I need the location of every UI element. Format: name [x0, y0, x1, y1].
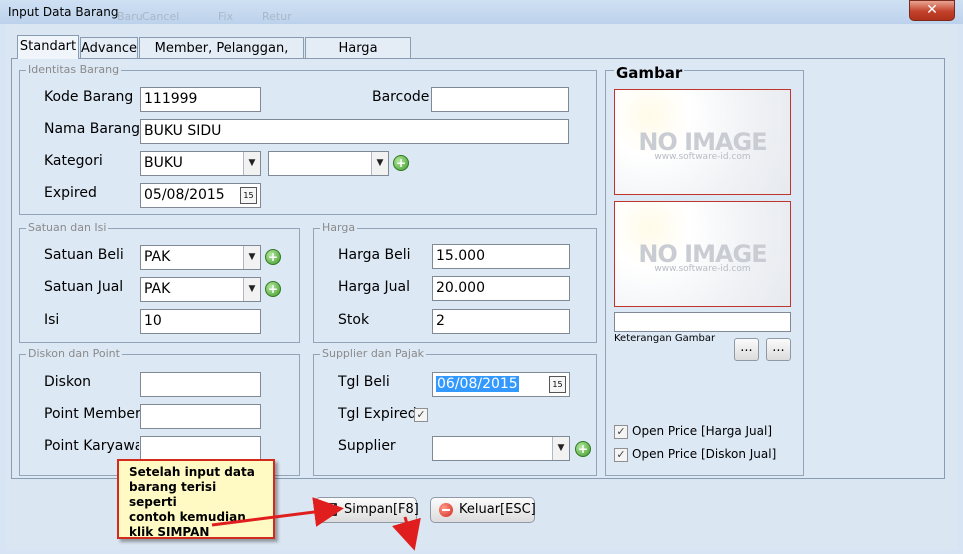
- diskon-input[interactable]: [140, 372, 261, 397]
- expired-label: Expired: [44, 185, 97, 201]
- tgl-beli-date-input[interactable]: 06/08/2015 15: [432, 372, 570, 397]
- tgl-beli-label: Tgl Beli: [338, 374, 390, 390]
- ghost-toolbar-item: Retur: [262, 10, 292, 23]
- harga-jual-label: Harga Jual: [338, 279, 411, 295]
- instruction-callout: Setelah input data barang terisi seperti…: [117, 459, 275, 539]
- open-price-diskon-jual-checkbox[interactable]: ✓: [614, 448, 628, 462]
- tab-advance[interactable]: Advance: [80, 37, 138, 59]
- harga-group-label: Harga: [320, 221, 358, 234]
- tgl-expired-label: Tgl Expired: [338, 406, 417, 422]
- tgl-expired-checkbox[interactable]: ✓: [414, 408, 428, 422]
- harga-beli-input[interactable]: 15.000: [432, 244, 570, 269]
- ghost-toolbar-item: Fix: [218, 10, 234, 23]
- supplier-select[interactable]: ▼: [432, 436, 570, 461]
- floppy-disk-icon: [324, 503, 337, 516]
- browse-image-2-button[interactable]: ...: [766, 338, 791, 361]
- nama-barang-label: Nama Barang: [44, 121, 140, 137]
- kategori-select[interactable]: BUKU ▼: [140, 151, 261, 176]
- barcode-label: Barcode: [372, 89, 430, 105]
- supplier-label: Supplier: [338, 438, 396, 454]
- tab-member-pelanggan-sales[interactable]: Member, Pelanggan, Sales: [139, 37, 304, 77]
- calendar-icon[interactable]: 15: [240, 187, 257, 204]
- expired-date-input[interactable]: 05/08/2015 15: [140, 183, 261, 208]
- expired-date-value: 05/08/2015: [144, 187, 225, 203]
- window-title: Input Data Barang: [8, 5, 119, 19]
- add-satuan-jual-plus-icon[interactable]: +: [265, 281, 281, 297]
- stok-label: Stok: [338, 312, 370, 328]
- add-satuan-beli-plus-icon[interactable]: +: [265, 249, 281, 265]
- calendar-icon[interactable]: 15: [549, 376, 566, 393]
- open-price-harga-jual-checkbox[interactable]: ✓: [614, 425, 628, 439]
- chevron-down-icon[interactable]: ▼: [243, 246, 260, 269]
- diskon-group-label: Diskon dan Point: [26, 347, 122, 360]
- ghost-toolbar-item: Cancel: [142, 10, 180, 23]
- subkategori-select[interactable]: ▼: [268, 151, 389, 176]
- isi-input[interactable]: 10: [140, 309, 261, 334]
- stop-icon: [439, 503, 453, 517]
- open-price-diskon-jual-label: Open Price [Diskon Jual]: [632, 447, 777, 461]
- satuan-jual-label: Satuan Jual: [44, 279, 124, 295]
- point-karyawan-label: Point Karyawan: [44, 438, 139, 454]
- chevron-down-icon[interactable]: ▼: [243, 152, 260, 175]
- stok-input[interactable]: 2: [432, 309, 570, 334]
- tab-harga-bertingkat[interactable]: Harga Bertingkat: [305, 37, 411, 77]
- title-bar: Input Data Barang Baru Cancel Fix Retur …: [0, 0, 963, 24]
- supplier-group-label: Supplier dan Pajak: [320, 347, 427, 360]
- point-member-input[interactable]: [140, 404, 261, 429]
- no-image-watermark: www.software-id.com: [654, 152, 751, 162]
- harga-beli-label: Harga Beli: [338, 247, 411, 263]
- close-icon: ✕: [926, 2, 938, 18]
- chevron-down-icon[interactable]: ▼: [371, 152, 388, 175]
- add-kategori-plus-icon[interactable]: +: [393, 155, 409, 171]
- kode-barang-label: Kode Barang: [44, 89, 134, 105]
- harga-jual-input[interactable]: 20.000: [432, 276, 570, 301]
- keluar-label: Keluar[ESC]: [459, 502, 536, 517]
- satuan-beli-label: Satuan Beli: [44, 247, 124, 263]
- satuan-beli-value: PAK: [144, 249, 171, 265]
- chevron-down-icon[interactable]: ▼: [243, 278, 260, 301]
- tgl-beli-value: 06/08/2015: [436, 376, 519, 392]
- add-supplier-plus-icon[interactable]: +: [575, 441, 591, 457]
- no-image-watermark: www.software-id.com: [654, 264, 751, 274]
- nama-barang-input[interactable]: BUKU SIDU: [140, 119, 569, 144]
- kategori-label: Kategori: [44, 153, 103, 169]
- satuan-jual-value: PAK: [144, 281, 171, 297]
- kode-barang-input[interactable]: 111999: [140, 87, 261, 112]
- point-member-label: Point Member: [44, 406, 141, 422]
- gambar-title: Gambar: [614, 64, 685, 82]
- diskon-label: Diskon: [44, 374, 92, 390]
- image-slot-1[interactable]: NO IMAGE www.software-id.com: [614, 89, 791, 195]
- satuan-group-label: Satuan dan Isi: [26, 221, 109, 234]
- simpan-button[interactable]: Simpan[F8]: [315, 497, 419, 523]
- keluar-button[interactable]: Keluar[ESC]: [430, 497, 536, 523]
- point-karyawan-input[interactable]: [140, 436, 261, 461]
- ghost-toolbar-item: Baru: [117, 10, 143, 23]
- barcode-input[interactable]: [431, 87, 569, 112]
- identitas-group-label: Identitas Barang: [26, 63, 122, 76]
- keterangan-gambar-input[interactable]: [614, 312, 791, 332]
- kategori-value: BUKU: [144, 155, 183, 171]
- browse-image-1-button[interactable]: ...: [734, 338, 759, 361]
- keterangan-gambar-label: Keterangan Gambar: [614, 333, 716, 344]
- open-price-harga-jual-label: Open Price [Harga Jual]: [632, 424, 773, 438]
- tab-standart[interactable]: Standart: [17, 35, 79, 59]
- satuan-beli-select[interactable]: PAK ▼: [140, 245, 261, 270]
- image-slot-2[interactable]: NO IMAGE www.software-id.com: [614, 201, 791, 307]
- chevron-down-icon[interactable]: ▼: [552, 437, 569, 460]
- window-close-button[interactable]: ✕: [909, 0, 955, 21]
- simpan-label: Simpan[F8]: [344, 502, 419, 517]
- isi-label: Isi: [44, 312, 60, 328]
- satuan-jual-select[interactable]: PAK ▼: [140, 277, 261, 302]
